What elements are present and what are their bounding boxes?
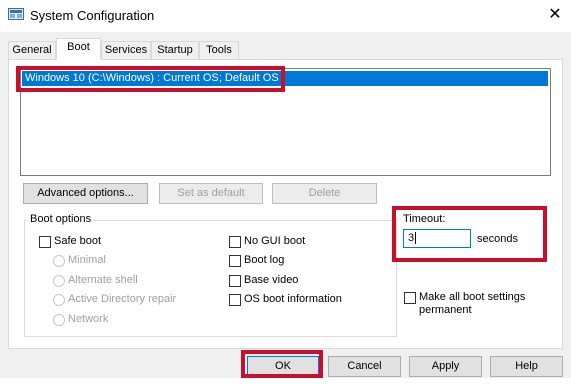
window-title: System Configuration (30, 8, 155, 23)
no-gui-boot-checkbox[interactable] (229, 236, 241, 248)
boot-log-label: Boot log (244, 254, 285, 266)
minimal-label: Minimal (68, 254, 106, 266)
tab-startup[interactable]: Startup (151, 41, 199, 59)
help-button[interactable]: Help (490, 356, 563, 377)
make-permanent-checkbox[interactable] (404, 292, 416, 304)
highlight-timeout (392, 206, 547, 262)
base-video-checkbox[interactable] (229, 275, 241, 287)
os-boot-info-checkbox[interactable] (229, 294, 241, 306)
close-icon[interactable]: ✕ (545, 5, 565, 25)
ad-repair-radio[interactable] (53, 294, 65, 306)
tab-services[interactable]: Services (101, 41, 151, 59)
make-permanent-label-line2: permanent (419, 304, 472, 316)
os-boot-info-label: OS boot information (244, 293, 342, 305)
boot-log-checkbox[interactable] (229, 255, 241, 267)
tab-boot[interactable]: Boot (56, 38, 101, 60)
highlight-ok-button (241, 350, 323, 378)
minimal-radio[interactable] (53, 255, 65, 267)
network-radio[interactable] (53, 314, 65, 326)
alternate-shell-label: Alternate shell (68, 274, 138, 286)
apply-button[interactable]: Apply (409, 356, 482, 377)
tab-tools[interactable]: Tools (199, 41, 239, 59)
background-strip (0, 378, 571, 385)
safe-boot-checkbox[interactable] (39, 236, 51, 248)
msconfig-icon (8, 8, 24, 22)
ad-repair-label: Active Directory repair (68, 293, 177, 305)
boot-options-label: Boot options (28, 213, 94, 225)
delete-button[interactable]: Delete (272, 183, 377, 204)
alternate-shell-radio[interactable] (53, 275, 65, 287)
no-gui-boot-label: No GUI boot (244, 235, 306, 247)
make-permanent-label-line1: Make all boot settings (419, 291, 526, 303)
safe-boot-label: Safe boot (54, 235, 102, 247)
highlight-os-entry (16, 66, 285, 92)
advanced-options-button[interactable]: Advanced options... (23, 183, 148, 204)
network-label: Network (68, 313, 109, 325)
base-video-label: Base video (244, 274, 299, 286)
tab-general[interactable]: General (8, 41, 56, 59)
cancel-button[interactable]: Cancel (328, 356, 401, 377)
set-as-default-button[interactable]: Set as default (159, 183, 263, 204)
